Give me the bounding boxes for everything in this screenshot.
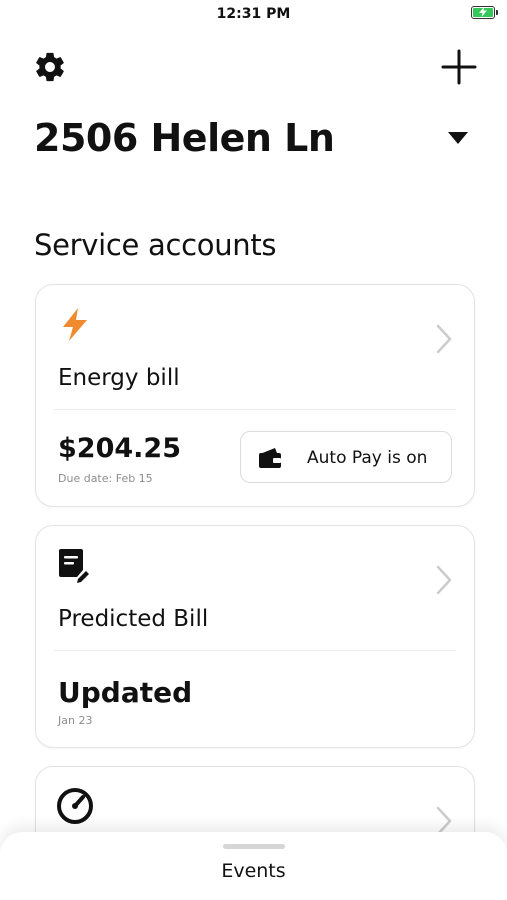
predicted-bill-card[interactable]: Predicted Bill Updated Jan 23 <box>35 525 475 748</box>
chevron-right-icon[interactable] <box>434 323 454 355</box>
chevron-right-icon[interactable] <box>434 564 454 596</box>
autopay-label: Auto Pay is on <box>307 448 428 468</box>
charging-bolt-icon <box>479 7 487 17</box>
account-label: Energy bill <box>58 365 180 391</box>
drag-handle[interactable] <box>223 844 285 849</box>
document-edit-icon <box>59 549 89 583</box>
battery-tip <box>496 10 498 15</box>
plus-icon[interactable] <box>440 48 478 86</box>
lightning-bolt-icon <box>63 308 87 341</box>
divider <box>54 650 456 651</box>
battery-charging-icon <box>471 6 498 19</box>
address-title[interactable]: 2506 Helen Ln <box>34 116 335 160</box>
status-time: 12:31 PM <box>216 6 291 22</box>
gear-icon[interactable] <box>33 50 67 84</box>
account-label: Predicted Bill <box>58 606 209 632</box>
events-label: Events <box>221 860 286 882</box>
due-date: Due date: Feb 15 <box>58 472 153 485</box>
autopay-button[interactable]: Auto Pay is on <box>240 431 452 483</box>
events-bottom-sheet[interactable]: Events <box>0 832 507 900</box>
section-title: Service accounts <box>34 228 277 262</box>
energy-bill-card[interactable]: Energy bill $204.25 Due date: Feb 15 Aut… <box>35 284 475 507</box>
bill-amount: $204.25 <box>58 433 181 464</box>
gauge-icon <box>57 788 93 824</box>
prediction-status: Updated <box>58 676 193 709</box>
wallet-icon <box>259 448 281 468</box>
caret-down-icon[interactable] <box>446 130 470 146</box>
prediction-date: Jan 23 <box>58 714 93 727</box>
status-bar: 12:31 PM <box>0 0 507 30</box>
divider <box>54 409 456 410</box>
